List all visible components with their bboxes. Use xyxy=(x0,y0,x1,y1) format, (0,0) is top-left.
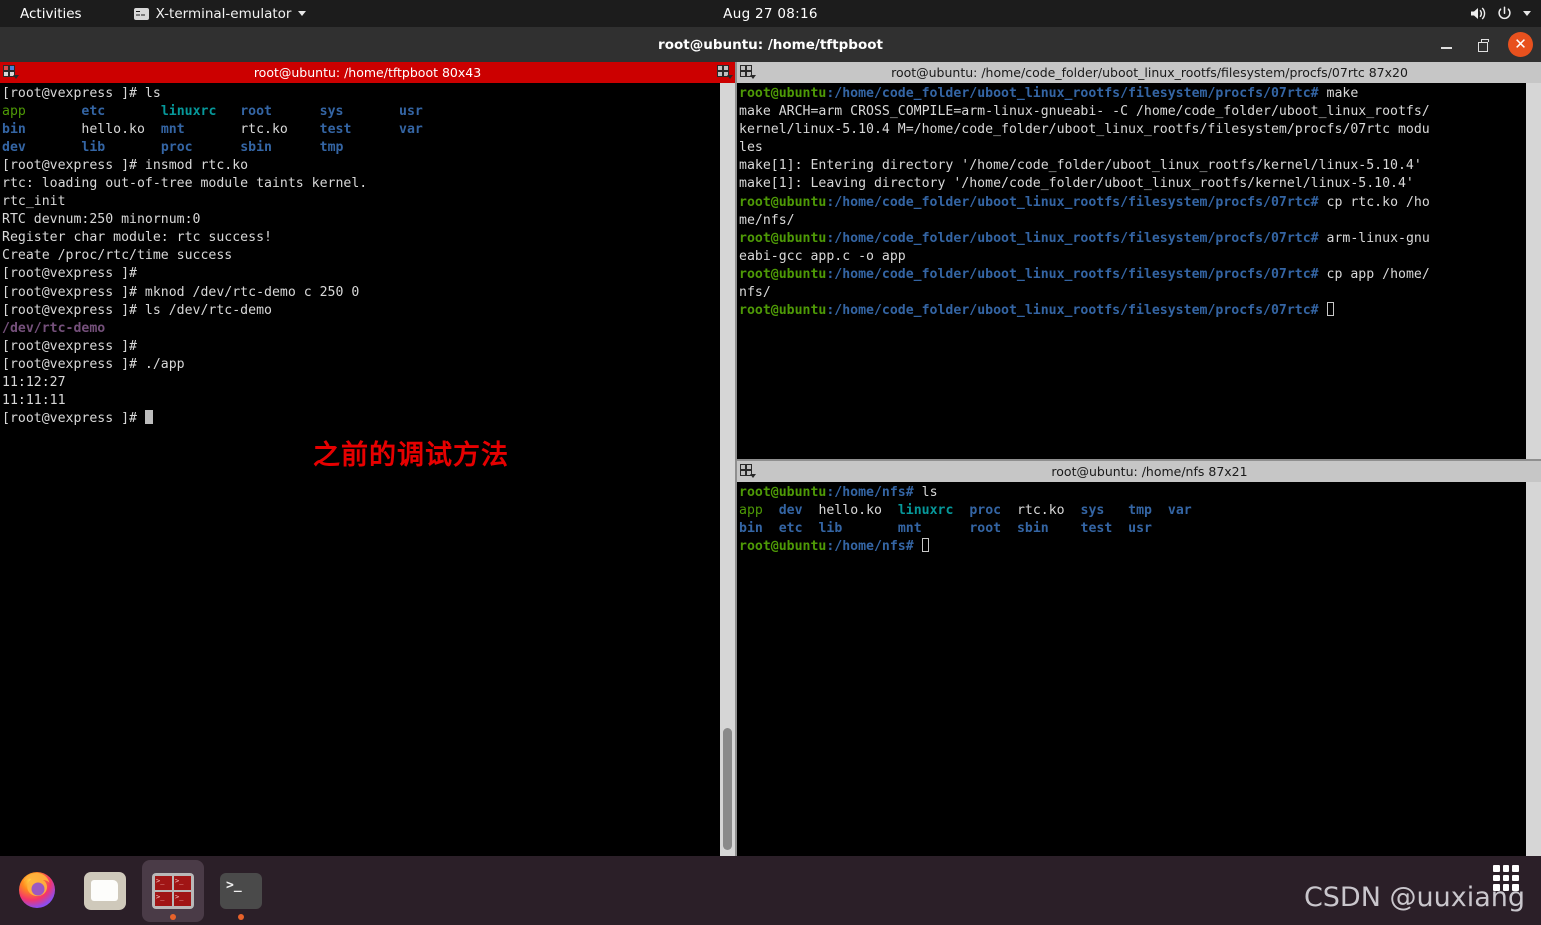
annotation-text: 之前的调试方法 xyxy=(313,440,509,471)
pane-layout-icon[interactable] xyxy=(714,62,735,83)
dock-item-firefox[interactable] xyxy=(6,860,68,922)
right-column: root@ubuntu: /home/code_folder/uboot_lin… xyxy=(737,62,1541,856)
terminal-icon xyxy=(220,872,262,909)
dock-item-terminal[interactable] xyxy=(210,860,272,922)
power-icon xyxy=(1497,6,1512,21)
pane-layout-icon[interactable] xyxy=(737,62,758,83)
pane-nfs[interactable]: root@ubuntu: /home/nfs 87x21 root@ubuntu… xyxy=(737,461,1541,856)
maximize-button[interactable] xyxy=(1471,33,1495,57)
terminal-icon xyxy=(133,7,149,20)
bottom-right-pane-scrollbar[interactable] xyxy=(1526,482,1541,856)
chevron-down-icon[interactable] xyxy=(1523,11,1531,16)
top-right-pane-scrollbar[interactable] xyxy=(1526,83,1541,459)
scrollbar-thumb[interactable] xyxy=(723,728,732,850)
pane-body-nfs[interactable]: root@ubuntu:/home/nfs# ls app dev hello.… xyxy=(737,482,1541,856)
terminal-pane-grid: root@ubuntu: /home/tftpboot 80x43 [root@… xyxy=(0,62,1541,856)
close-button[interactable]: ✕ xyxy=(1508,32,1533,57)
pane-title-nfs[interactable]: root@ubuntu: /home/nfs 87x21 xyxy=(737,461,1541,482)
firefox-icon xyxy=(14,866,60,916)
pane-tftpboot[interactable]: root@ubuntu: /home/tftpboot 80x43 [root@… xyxy=(0,62,735,856)
ubuntu-dock: >_>_>_>_ CSDN @uuxiang xyxy=(0,856,1541,925)
dock-item-list: >_ >_ >_ >_ xyxy=(6,856,272,925)
pane-body-tftpboot[interactable]: [root@vexpress ]# ls app etc linuxrc roo… xyxy=(0,83,735,856)
minimize-button[interactable] xyxy=(1434,33,1458,57)
pane-title-label: root@ubuntu: /home/code_folder/uboot_lin… xyxy=(891,65,1408,80)
terminator-icon: >_ >_ >_ >_ xyxy=(152,872,194,909)
window-title: root@ubuntu: /home/tftpboot xyxy=(658,36,883,53)
terminator-window: root@ubuntu: /home/tftpboot ✕ root@ubunt… xyxy=(0,27,1541,856)
pane-title-label: root@ubuntu: /home/nfs 87x21 xyxy=(1051,464,1248,479)
app-menu-label: X-terminal-emulator xyxy=(155,5,292,22)
running-indicator-dot xyxy=(170,913,176,920)
terminal-output-nfs: root@ubuntu:/home/nfs# ls app dev hello.… xyxy=(739,485,1192,555)
chevron-down-icon xyxy=(298,11,307,16)
running-indicator-dot xyxy=(238,913,244,920)
pane-title-label: root@ubuntu: /home/tftpboot 80x43 xyxy=(253,65,482,80)
minimize-icon xyxy=(1441,40,1452,49)
app-grid-icon[interactable] xyxy=(1493,865,1519,891)
pane-body-07rtc[interactable]: root@ubuntu:/home/code_folder/uboot_linu… xyxy=(737,83,1541,459)
dock-item-terminator[interactable]: >_ >_ >_ >_ xyxy=(142,859,204,922)
terminal-output-tftpboot: [root@vexpress ]# ls app etc linuxrc roo… xyxy=(2,86,423,426)
maximize-icon xyxy=(1477,39,1489,52)
volume-icon xyxy=(1469,6,1486,21)
window-titlebar[interactable]: root@ubuntu: /home/tftpboot ✕ xyxy=(0,27,1541,62)
app-menu-button[interactable]: X-terminal-emulator xyxy=(128,4,313,24)
pane-07rtc[interactable]: root@ubuntu: /home/code_folder/uboot_lin… xyxy=(737,62,1541,459)
pane-title-tftpboot[interactable]: root@ubuntu: /home/tftpboot 80x43 xyxy=(0,62,735,83)
pane-layout-icon[interactable] xyxy=(0,62,21,83)
pane-title-07rtc[interactable]: root@ubuntu: /home/code_folder/uboot_lin… xyxy=(737,62,1541,83)
dock-item-files[interactable] xyxy=(74,860,136,922)
pane-layout-icon[interactable] xyxy=(737,461,758,482)
left-pane-scrollbar[interactable] xyxy=(720,83,735,856)
watermark-text: CSDN @uuxiang xyxy=(1303,882,1525,913)
system-tray[interactable] xyxy=(1469,6,1531,21)
window-controls[interactable]: ✕ xyxy=(1434,27,1533,62)
files-icon xyxy=(84,871,126,910)
gnome-top-bar: Activities X-terminal-emulator Aug 27 08… xyxy=(0,0,1541,27)
clock[interactable]: Aug 27 08:16 xyxy=(723,6,818,22)
activities-button[interactable]: Activities xyxy=(12,4,90,24)
terminal-output-07rtc: root@ubuntu:/home/code_folder/uboot_linu… xyxy=(739,86,1430,319)
left-column: root@ubuntu: /home/tftpboot 80x43 [root@… xyxy=(0,62,735,856)
